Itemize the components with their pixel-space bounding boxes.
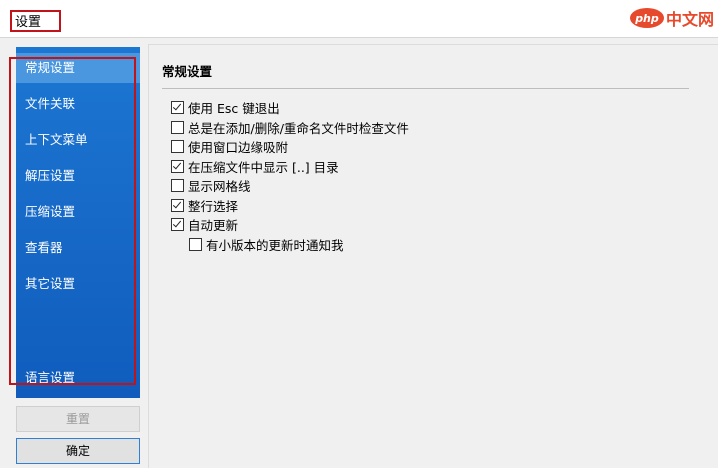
checkbox[interactable] <box>171 178 184 192</box>
sidebar-item-file-association[interactable]: 文件关联 <box>16 89 140 119</box>
title-divider <box>0 37 718 38</box>
checkbox[interactable] <box>171 217 184 231</box>
sidebar: 常规设置 文件关联 上下文菜单 解压设置 压缩设置 查看器 其它设置 语言设置 <box>16 47 140 398</box>
checkbox[interactable] <box>171 100 184 114</box>
title-bar-bg <box>0 0 718 37</box>
option-show-parent-dir[interactable]: 在压缩文件中显示 [..] 目录 <box>171 157 339 175</box>
option-label: 在压缩文件中显示 [..] 目录 <box>188 159 339 175</box>
option-show-gridlines[interactable]: 显示网格线 <box>171 176 251 194</box>
title-annotation-box <box>10 10 61 32</box>
sidebar-item-viewer[interactable]: 查看器 <box>16 233 140 263</box>
option-check-files[interactable]: 总是在添加/删除/重命名文件时检查文件 <box>171 118 409 136</box>
checkbox[interactable] <box>171 139 184 153</box>
sidebar-item-extract[interactable]: 解压设置 <box>16 161 140 191</box>
option-label: 有小版本的更新时通知我 <box>206 237 344 253</box>
watermark-text: 中文网 <box>665 10 714 29</box>
section-title: 常规设置 <box>162 64 213 79</box>
checkbox[interactable] <box>189 237 202 251</box>
option-esc-exit[interactable]: 使用 Esc 键退出 <box>171 98 280 116</box>
settings-panel: 常规设置 使用 Esc 键退出 总是在添加/删除/重命名文件时检查文件 使用窗口… <box>148 44 718 468</box>
option-minor-update-notify[interactable]: 有小版本的更新时通知我 <box>189 235 344 253</box>
option-auto-update[interactable]: 自动更新 <box>171 215 238 233</box>
option-label: 整行选择 <box>188 198 239 214</box>
option-window-snap[interactable]: 使用窗口边缘吸附 <box>171 137 288 155</box>
sidebar-item-general[interactable]: 常规设置 <box>16 53 140 83</box>
watermark: php 中文网 <box>629 2 714 34</box>
checkbox[interactable] <box>171 120 184 134</box>
sidebar-item-language[interactable]: 语言设置 <box>16 363 140 393</box>
sidebar-item-context-menu[interactable]: 上下文菜单 <box>16 125 140 155</box>
sidebar-item-other[interactable]: 其它设置 <box>16 269 140 299</box>
option-full-row-select[interactable]: 整行选择 <box>171 196 238 214</box>
checkbox[interactable] <box>171 198 184 212</box>
section-divider <box>162 88 689 89</box>
checkbox[interactable] <box>171 159 184 173</box>
sidebar-item-compress[interactable]: 压缩设置 <box>16 197 140 227</box>
option-label: 使用 Esc 键退出 <box>188 100 280 116</box>
option-label: 使用窗口边缘吸附 <box>188 139 289 155</box>
title-bar: 设置 php 中文网 <box>0 0 718 38</box>
option-label: 显示网格线 <box>188 178 251 194</box>
reset-button[interactable]: 重置 <box>16 406 140 432</box>
option-label: 总是在添加/删除/重命名文件时检查文件 <box>188 120 409 136</box>
settings-window: 设置 php 中文网 常规设置 文件关联 上下文菜单 解压设置 压缩设置 查看器… <box>0 0 718 468</box>
watermark-logo: php <box>629 8 664 28</box>
ok-button[interactable]: 确定 <box>16 438 140 464</box>
option-label: 自动更新 <box>188 217 239 233</box>
